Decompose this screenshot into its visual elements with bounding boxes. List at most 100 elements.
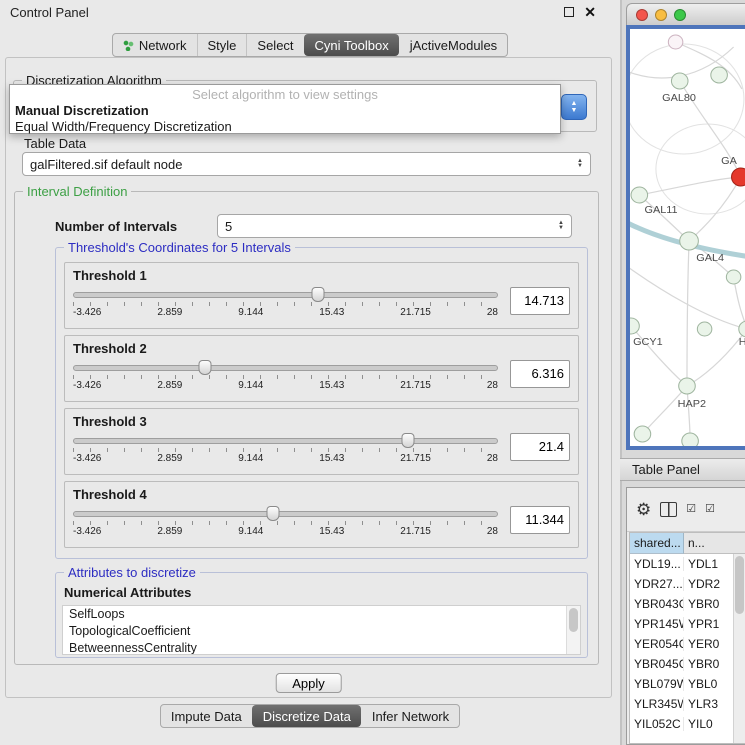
attributes-group: Attributes to discretize Numerical Attri…	[55, 572, 588, 658]
scale-label: 21.715	[400, 526, 431, 537]
select-none-icon[interactable]: ☑	[705, 504, 715, 515]
network-node[interactable]	[697, 322, 712, 336]
tab-cyni-toolbox[interactable]: Cyni Toolbox	[304, 34, 399, 56]
slider-track[interactable]	[73, 438, 498, 444]
network-node[interactable]	[668, 35, 683, 49]
threshold-slider[interactable]: -3.4262.8599.14415.4321.71528	[73, 283, 498, 318]
attribute-item[interactable]: TopologicalCoefficient	[63, 623, 580, 640]
scale-label: 21.715	[400, 453, 431, 464]
scale-label: -3.426	[73, 307, 101, 318]
network-node[interactable]	[726, 270, 741, 284]
table-scrollbar[interactable]	[733, 554, 745, 743]
tab-discretize-data[interactable]: Discretize Data	[252, 705, 361, 727]
slider-thumb[interactable]	[312, 287, 325, 302]
numerical-attributes-label: Numerical Attributes	[64, 585, 587, 600]
threshold-value-input[interactable]	[510, 360, 570, 388]
network-node[interactable]	[739, 321, 745, 337]
zoom-traffic-light-icon[interactable]	[674, 9, 686, 21]
table-row[interactable]: YBR045CYBR0	[630, 654, 745, 674]
algorithm-combo-stepper[interactable]: ▲ ▼	[561, 94, 587, 120]
tab-impute-data[interactable]: Impute Data	[161, 705, 252, 727]
scale-label: 2.859	[157, 453, 182, 464]
network-node[interactable]	[634, 426, 651, 442]
close-traffic-light-icon[interactable]	[636, 9, 648, 21]
interval-definition-group: Interval Definition Number of Intervals …	[14, 191, 599, 665]
screen: Control Panel ✕ NetworkStyleSelectCyni T…	[0, 0, 745, 745]
dropdown-placeholder-option[interactable]: Select algorithm to view settings	[10, 87, 560, 103]
list-scrollbar[interactable]	[566, 606, 580, 654]
network-node[interactable]	[682, 433, 699, 446]
node-label: H	[739, 336, 745, 348]
slider-scale: -3.4262.8599.14415.4321.71528	[73, 453, 498, 464]
dropdown-option[interactable]: Manual Discretization	[10, 103, 560, 119]
scale-label: 2.859	[157, 307, 182, 318]
bottom-tabs-container: Impute DataDiscretize DataInfer Network	[0, 704, 620, 728]
scale-label: 28	[487, 526, 498, 537]
slider-track[interactable]	[73, 292, 498, 298]
table-row[interactable]: YER054CYER0	[630, 634, 745, 654]
table-row[interactable]: YLR345WYLR3	[630, 694, 745, 714]
threshold-slider[interactable]: -3.4262.8599.14415.4321.71528	[73, 429, 498, 464]
network-node[interactable]	[631, 187, 648, 203]
network-canvas[interactable]: GAL80GAGAL11GAL4GCY1HHAP2	[626, 25, 745, 450]
slider-thumb[interactable]	[199, 360, 212, 375]
scrollbar-thumb[interactable]	[735, 556, 744, 614]
float-window-icon[interactable]	[564, 7, 574, 17]
column-header[interactable]: shared...	[630, 533, 684, 554]
slider-thumb[interactable]	[402, 433, 415, 448]
tab-style[interactable]: Style	[197, 34, 247, 56]
attribute-item[interactable]: BetweennessCentrality	[63, 640, 580, 655]
tab-select[interactable]: Select	[246, 34, 303, 56]
slider-track[interactable]	[73, 365, 498, 371]
slider-thumb[interactable]	[266, 506, 279, 521]
table-data-combo[interactable]: galFiltered.sif default node ▲ ▼	[22, 152, 591, 176]
threshold-value-input[interactable]	[510, 506, 570, 534]
table-cell: YDL19...	[630, 557, 684, 571]
dropdown-option[interactable]: Equal Width/Frequency Discretization	[10, 119, 560, 135]
table-row[interactable]: YDR27...YDR2	[630, 574, 745, 594]
table-row[interactable]: YBL079WYBL0	[630, 674, 745, 694]
number-of-intervals-combo[interactable]: 5 ▲ ▼	[217, 214, 572, 238]
tab-infer-network[interactable]: Infer Network	[361, 705, 459, 727]
network-node[interactable]	[679, 378, 696, 394]
network-node[interactable]	[711, 67, 728, 83]
slider-track[interactable]	[73, 511, 498, 517]
columns-icon[interactable]	[660, 502, 677, 517]
scale-label: 9.144	[238, 307, 263, 318]
tab-network[interactable]: Network	[113, 34, 197, 56]
scale-label: 15.43	[319, 380, 344, 391]
table-panel-window: ⚙ ☑ ☑ shared...n... YDL19...YDL1YDR27...…	[626, 487, 745, 745]
table-row[interactable]: YDL19...YDL1	[630, 554, 745, 574]
node-label: GCY1	[633, 336, 663, 348]
table-row[interactable]: YBR043CYBR0	[630, 594, 745, 614]
network-node[interactable]	[680, 232, 699, 250]
node-label: GAL11	[645, 204, 678, 216]
table-row[interactable]: YIL052CYIL0	[630, 714, 745, 734]
close-icon[interactable]: ✕	[584, 5, 596, 19]
network-node-selected[interactable]	[732, 168, 745, 186]
threshold-value-input[interactable]	[510, 433, 570, 461]
threshold-slider[interactable]: -3.4262.8599.14415.4321.71528	[73, 356, 498, 391]
top-tab-strip: Network StyleSelectCyni ToolboxjActiveMod…	[112, 33, 508, 57]
apply-button[interactable]: Apply	[275, 673, 342, 693]
numerical-attributes-list[interactable]: SelfLoopsTopologicalCoefficientBetweenne…	[62, 605, 581, 655]
table-row[interactable]: YPR145WYPR1	[630, 614, 745, 634]
gear-icon[interactable]: ⚙	[636, 501, 651, 518]
tab-jactivemodules[interactable]: jActiveModules	[399, 34, 507, 56]
combo-down-icon: ▼	[558, 226, 564, 231]
column-header[interactable]: n...	[684, 533, 745, 554]
threshold-label: Threshold 3	[73, 414, 570, 429]
scrollbar-thumb[interactable]	[569, 608, 578, 632]
scale-label: 9.144	[238, 453, 263, 464]
threshold-slider[interactable]: -3.4262.8599.14415.4321.71528	[73, 502, 498, 537]
minimize-traffic-light-icon[interactable]	[655, 9, 667, 21]
select-all-icon[interactable]: ☑	[686, 504, 696, 515]
tab-label: Network	[139, 38, 187, 53]
attribute-item[interactable]: SelfLoops	[63, 606, 580, 623]
scale-label: 21.715	[400, 307, 431, 318]
network-node[interactable]	[671, 73, 688, 89]
network-node[interactable]	[630, 318, 639, 334]
combo-arrows-icon: ▲ ▼	[571, 159, 583, 169]
slider-ticks	[73, 448, 498, 452]
threshold-value-input[interactable]	[510, 287, 570, 315]
